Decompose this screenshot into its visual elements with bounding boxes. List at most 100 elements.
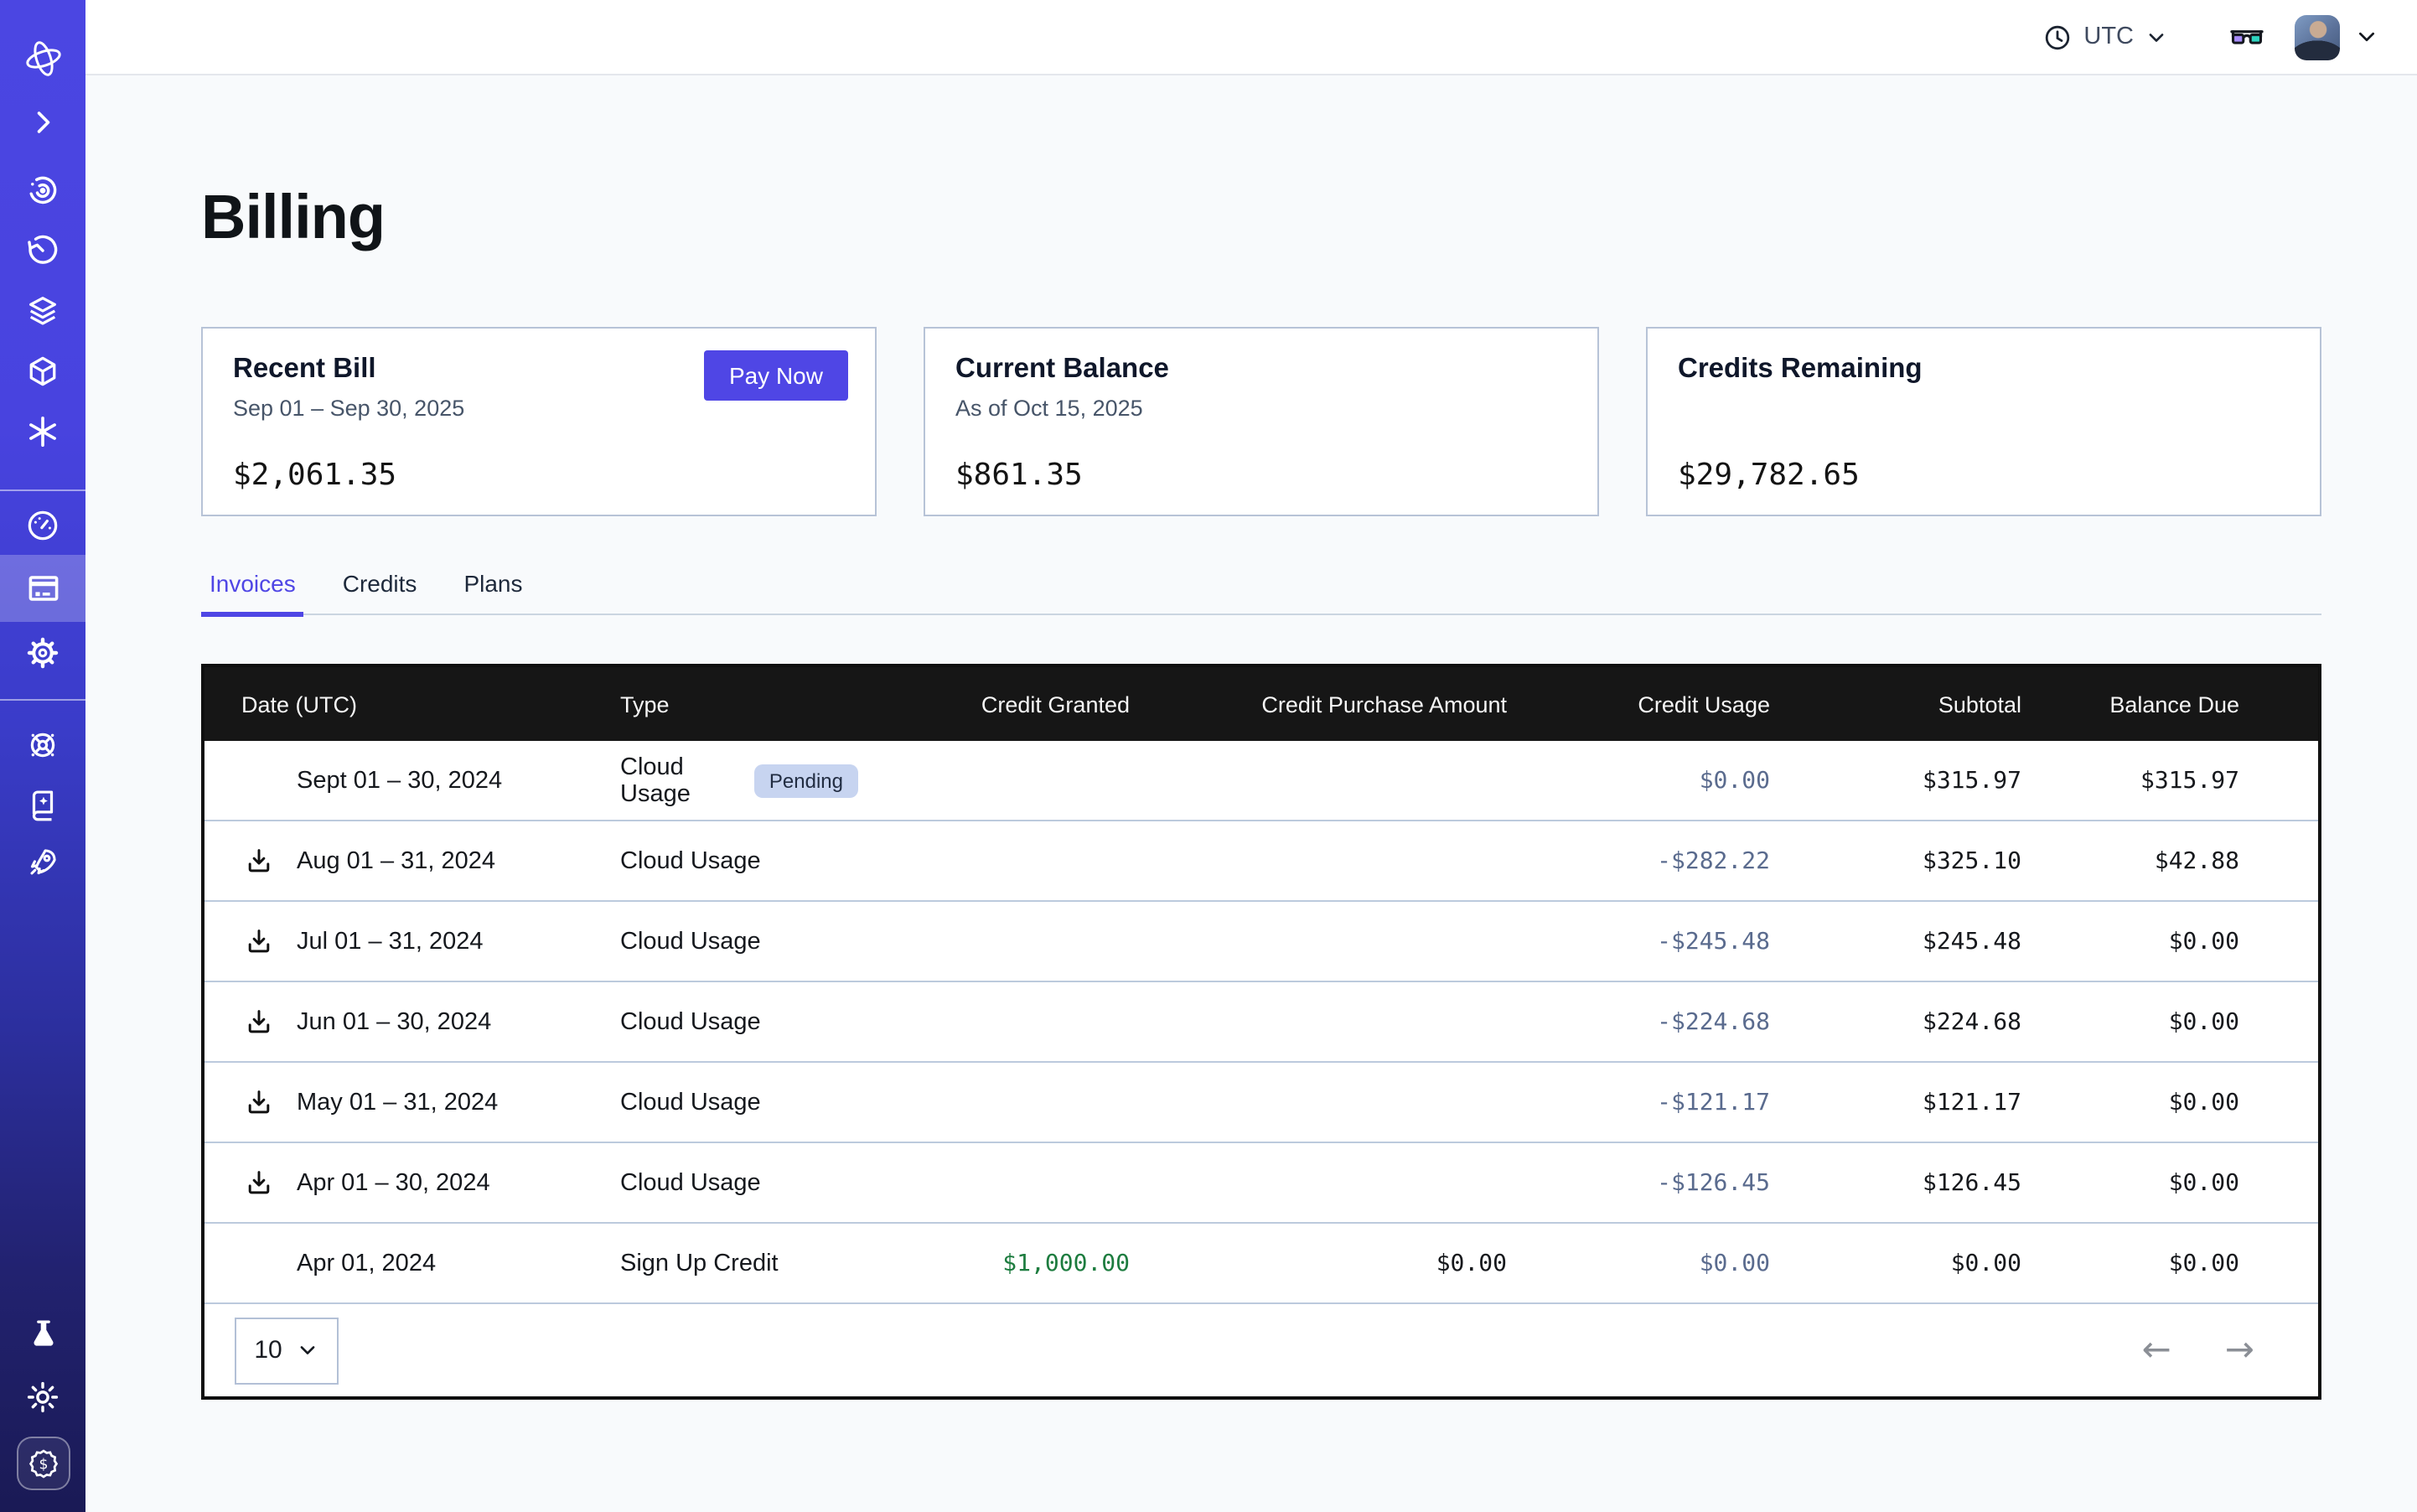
svg-text:$: $: [39, 1457, 48, 1473]
expand-chevron-icon[interactable]: [0, 104, 85, 141]
current-balance-card: Current Balance As of Oct 15, 2025 $861.…: [924, 327, 1599, 516]
settings-icon[interactable]: [0, 634, 85, 671]
card-subtitle: [1678, 396, 2290, 422]
usage-icon[interactable]: [0, 506, 85, 543]
getting-started-icon[interactable]: [0, 843, 85, 880]
icon-slot: [241, 764, 275, 797]
deployments-icon[interactable]: [0, 352, 85, 389]
invoice-type: Cloud Usage: [620, 753, 738, 807]
balance-due: $0.00: [2021, 1250, 2318, 1276]
download-invoice-icon[interactable]: [241, 1166, 275, 1199]
topbar: UTC: [85, 0, 2417, 75]
credit-usage: -$224.68: [1507, 1008, 1770, 1035]
balance-due: $42.88: [2021, 847, 2318, 874]
invoice-type: Sign Up Credit: [620, 1250, 779, 1276]
app-window: $ UTC: [0, 0, 2417, 1512]
download-invoice-icon[interactable]: [241, 924, 275, 958]
card-title: Credits Remaining: [1678, 354, 2290, 386]
table-row: May 01 – 31, 2024 Cloud Usage -$121.17 $…: [204, 1063, 2318, 1143]
glasses-icon[interactable]: [2228, 18, 2266, 56]
column-header: Credit Usage: [1507, 691, 1770, 717]
card-amount: $2,061.35: [233, 458, 845, 493]
table-row: Apr 01 – 30, 2024 Cloud Usage -$126.45 $…: [204, 1143, 2318, 1224]
support-icon[interactable]: [0, 726, 85, 763]
user-avatar[interactable]: [2295, 14, 2340, 60]
credits-remaining-card: Credits Remaining $29,782.65: [1646, 327, 2321, 516]
table-row: Sept 01 – 30, 2024 Cloud Usage Pending $0…: [204, 741, 2318, 821]
previous-page-button[interactable]: ←: [2142, 1333, 2171, 1368]
tab-credits[interactable]: Credits: [334, 570, 426, 614]
balance-due: $315.97: [2021, 767, 2318, 794]
table-row: Jul 01 – 31, 2024 Cloud Usage -$245.48 $…: [204, 902, 2318, 982]
clock-icon: [2043, 23, 2072, 51]
download-invoice-icon[interactable]: [241, 1005, 275, 1038]
credit-usage: $0.00: [1507, 767, 1770, 794]
status-badge: Pending: [754, 764, 858, 797]
workflows-icon[interactable]: [0, 171, 85, 208]
column-header: Type: [620, 691, 858, 717]
card-subtitle: As of Oct 15, 2025: [955, 396, 1567, 422]
invoice-date: Apr 01, 2024: [297, 1250, 436, 1276]
labs-icon[interactable]: [0, 1316, 85, 1353]
invoice-type: Cloud Usage: [620, 847, 761, 874]
subtotal: $0.00: [1770, 1250, 2021, 1276]
credit-usage: $0.00: [1507, 1250, 1770, 1276]
namespaces-icon[interactable]: [0, 292, 85, 329]
temporal-logo-icon[interactable]: [0, 40, 85, 77]
balance-due: $0.00: [2021, 1169, 2318, 1196]
summary-cards: Recent Bill Sep 01 – Sep 30, 2025 $2,061…: [201, 327, 2321, 516]
pager: ← →: [2142, 1333, 2254, 1368]
main-content: Billing Recent Bill Sep 01 – Sep 30, 202…: [85, 75, 2417, 1512]
billing-icon[interactable]: [0, 555, 85, 622]
column-header: Credit Purchase Amount: [1130, 691, 1507, 717]
nexus-icon[interactable]: [0, 412, 85, 449]
pay-now-button[interactable]: Pay Now: [704, 350, 848, 401]
column-header: Credit Granted: [858, 691, 1130, 717]
invoice-type: Cloud Usage: [620, 1169, 761, 1196]
tab-invoices[interactable]: Invoices: [201, 570, 304, 614]
credits-icon[interactable]: $: [16, 1437, 70, 1490]
balance-due: $0.00: [2021, 1089, 2318, 1116]
column-header: Balance Due: [2021, 691, 2318, 717]
table-row: Apr 01, 2024 Sign Up Credit $1,000.00 $0…: [204, 1224, 2318, 1304]
download-invoice-icon[interactable]: [241, 844, 275, 878]
icon-slot: [241, 1246, 275, 1280]
docs-icon[interactable]: [0, 784, 85, 821]
credit-usage: -$245.48: [1507, 928, 1770, 955]
card-amount: $29,782.65: [1678, 458, 2290, 493]
download-invoice-icon[interactable]: [241, 1085, 275, 1119]
timezone-label: UTC: [2083, 23, 2134, 50]
invoice-type: Cloud Usage: [620, 1089, 761, 1116]
invoices-table: Date (UTC) Type Credit Granted Credit Pu…: [201, 664, 2321, 1400]
table-header: Date (UTC) Type Credit Granted Credit Pu…: [204, 667, 2318, 741]
table-footer: 10 ← →: [204, 1304, 2318, 1396]
invoice-date: May 01 – 31, 2024: [297, 1089, 498, 1116]
credit-usage: -$282.22: [1507, 847, 1770, 874]
tab-plans[interactable]: Plans: [455, 570, 530, 614]
subtotal: $315.97: [1770, 767, 2021, 794]
invoice-date: Sept 01 – 30, 2024: [297, 767, 502, 794]
next-page-button[interactable]: →: [2225, 1333, 2254, 1368]
page-size-value: 10: [254, 1336, 282, 1364]
card-amount: $861.35: [955, 458, 1567, 493]
invoice-date: Aug 01 – 31, 2024: [297, 847, 495, 874]
page-size-select[interactable]: 10: [235, 1317, 339, 1384]
credit-purchase-amount: $0.00: [1130, 1250, 1507, 1276]
column-header: Date (UTC): [204, 691, 620, 717]
invoice-type: Cloud Usage: [620, 1008, 761, 1035]
invoice-date: Apr 01 – 30, 2024: [297, 1169, 490, 1196]
timezone-chevron-down-icon: [2145, 26, 2167, 48]
sidebar: $: [0, 0, 85, 1512]
chevron-down-icon: [298, 1339, 319, 1361]
subtotal: $224.68: [1770, 1008, 2021, 1035]
schedules-icon[interactable]: [0, 231, 85, 268]
card-title: Current Balance: [955, 354, 1567, 386]
theme-icon[interactable]: [0, 1378, 85, 1415]
credit-usage: -$121.17: [1507, 1089, 1770, 1116]
subtotal: $121.17: [1770, 1089, 2021, 1116]
account-chevron-down-icon[interactable]: [2355, 25, 2378, 49]
timezone-selector[interactable]: UTC: [2043, 23, 2167, 51]
table-row: Aug 01 – 31, 2024 Cloud Usage -$282.22 $…: [204, 821, 2318, 902]
sidebar-divider: [0, 699, 85, 701]
subtotal: $126.45: [1770, 1169, 2021, 1196]
